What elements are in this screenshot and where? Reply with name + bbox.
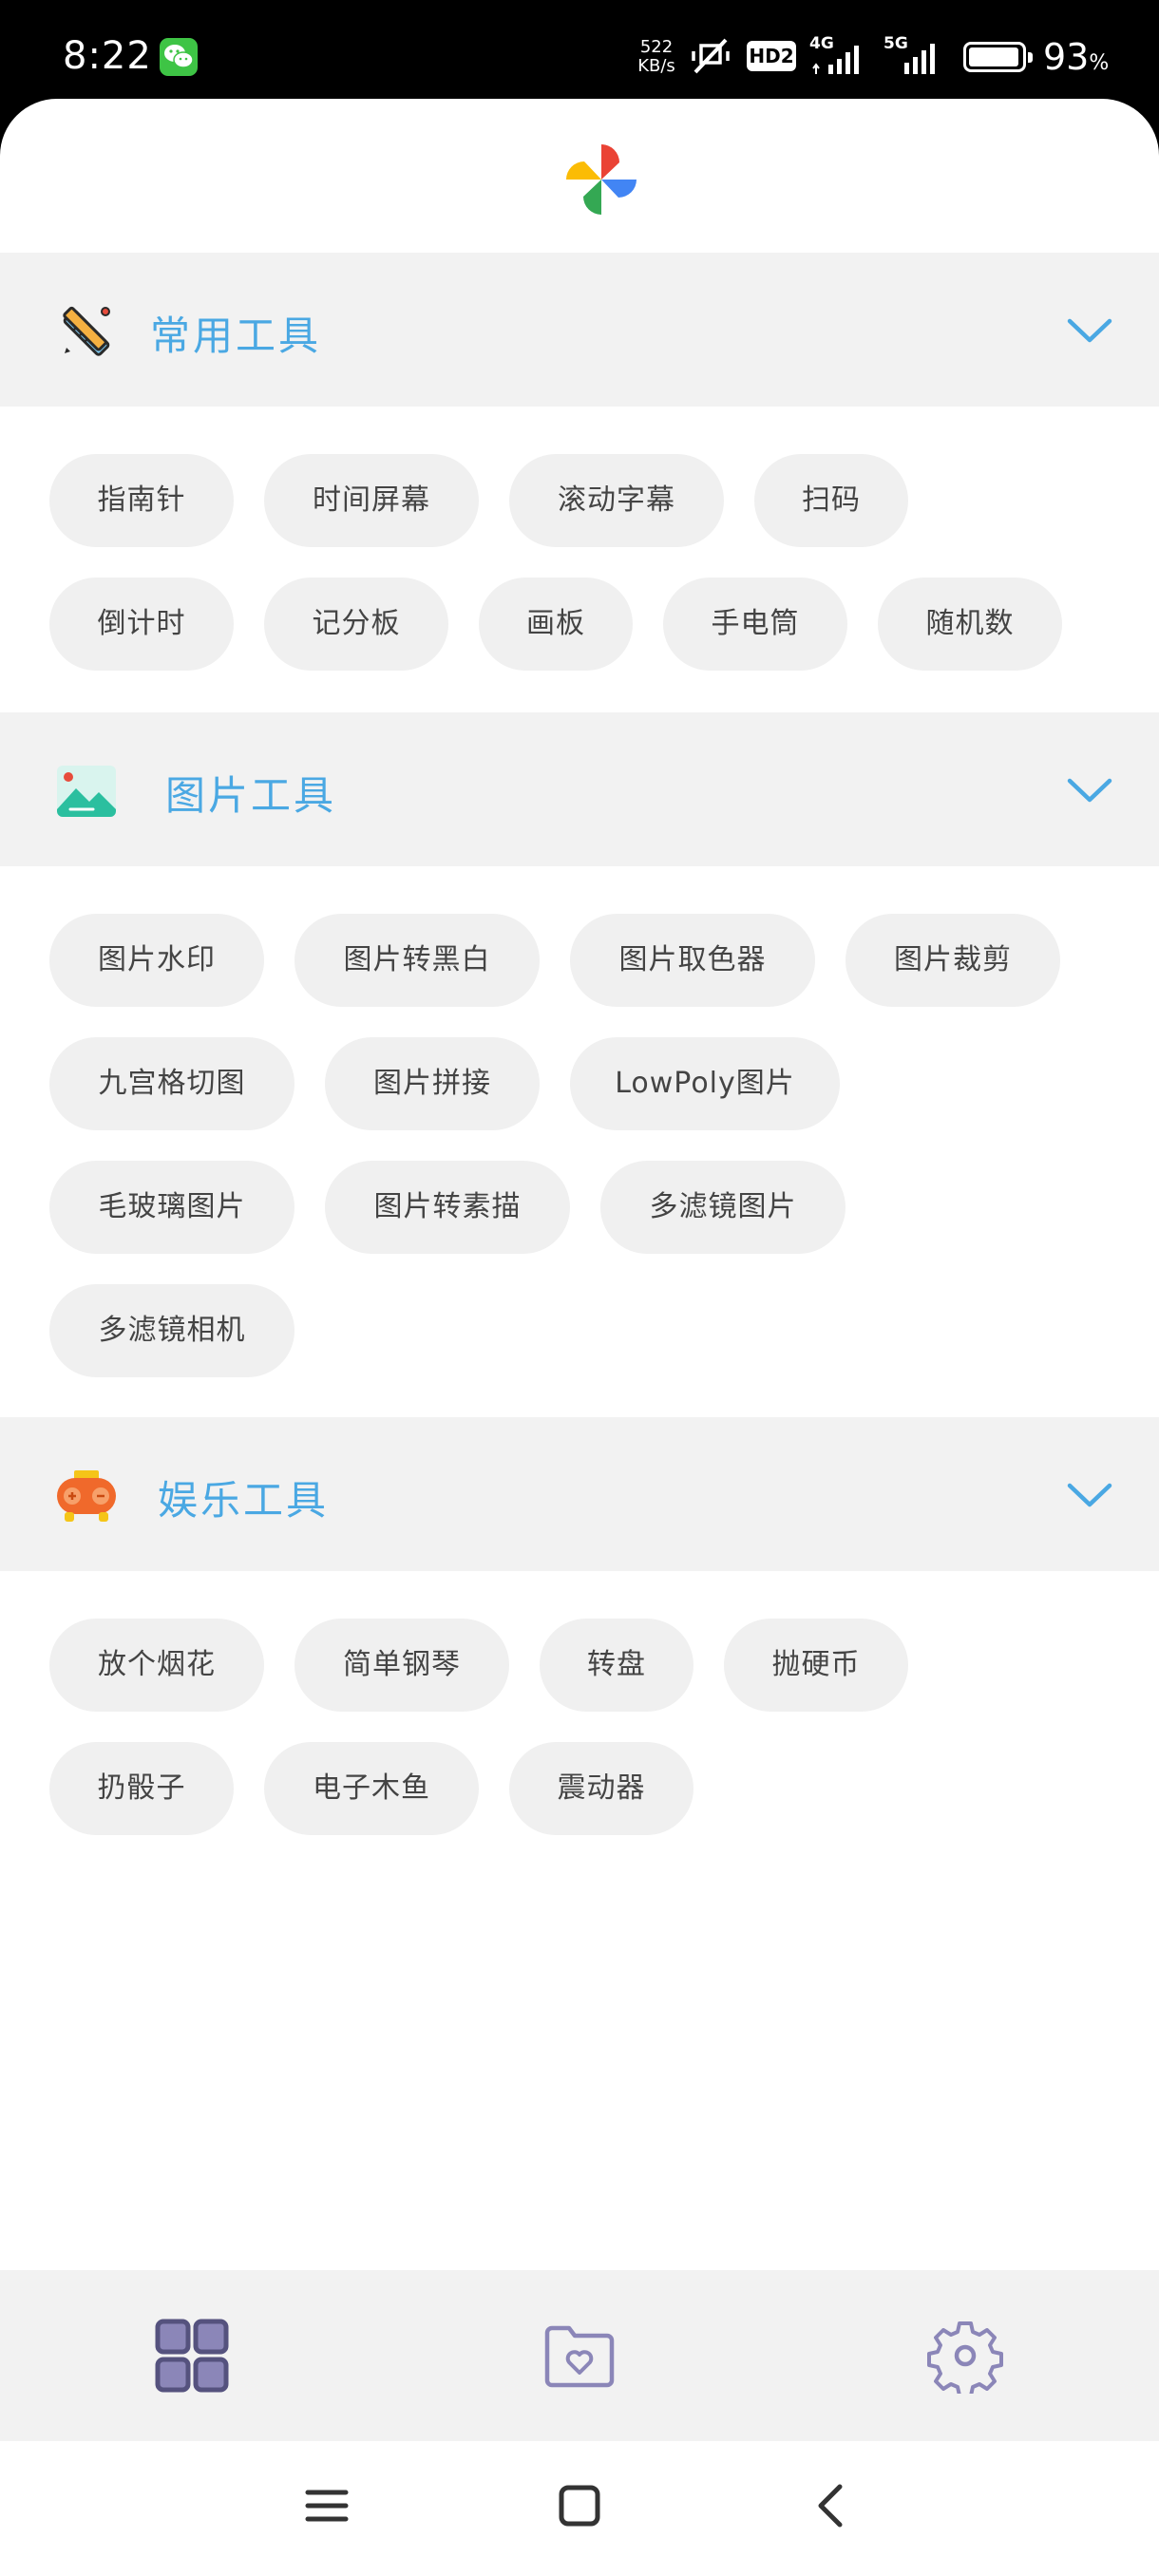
battery-percent: 93% bbox=[1043, 36, 1110, 78]
game-icon bbox=[57, 1470, 116, 1522]
system-navigation-bar bbox=[0, 2441, 1159, 2576]
tool-chip-vibrator[interactable]: 震动器 bbox=[509, 1742, 694, 1835]
tool-chip-piano[interactable]: 简单钢琴 bbox=[294, 1619, 509, 1712]
tool-chip-fireworks[interactable]: 放个烟花 bbox=[49, 1619, 264, 1712]
network-speed-unit: KB/s bbox=[637, 56, 675, 76]
status-time: 8:22 bbox=[63, 34, 152, 78]
tool-chip-scan-code[interactable]: 扫码 bbox=[754, 454, 908, 547]
section-title: 娱乐工具 bbox=[158, 1477, 330, 1524]
tool-chip-scrolling-text[interactable]: 滚动字幕 bbox=[509, 454, 724, 547]
tool-chip-nine-grid[interactable]: 九宫格切图 bbox=[49, 1037, 294, 1130]
tools-icon bbox=[63, 306, 110, 356]
network-speed-value: 522 bbox=[639, 37, 674, 57]
wechat-notification-icon bbox=[160, 38, 198, 76]
section-title: 图片工具 bbox=[165, 772, 337, 819]
section-header-entertainment-tools[interactable]: 娱乐工具 bbox=[0, 1417, 1159, 1571]
grid-icon[interactable] bbox=[154, 2318, 230, 2394]
home-icon[interactable] bbox=[551, 2477, 608, 2534]
favorite-folder-icon[interactable] bbox=[542, 2318, 618, 2394]
picture-icon bbox=[57, 766, 116, 817]
network-speed: 522 KB/s bbox=[635, 38, 678, 76]
chevron-down-icon[interactable] bbox=[1066, 773, 1113, 805]
tool-chip-random-number[interactable]: 随机数 bbox=[878, 578, 1062, 671]
tool-chip-multi-filter-image[interactable]: 多滤镜图片 bbox=[600, 1161, 846, 1254]
tool-chip-time-screen[interactable]: 时间屏幕 bbox=[264, 454, 479, 547]
battery-icon bbox=[963, 42, 1033, 72]
tool-chip-crop[interactable]: 图片裁剪 bbox=[846, 914, 1060, 1007]
tool-chip-compass[interactable]: 指南针 bbox=[49, 454, 234, 547]
tool-chip-stitch[interactable]: 图片拼接 bbox=[325, 1037, 540, 1130]
tool-chip-coin-flip[interactable]: 抛硬币 bbox=[724, 1619, 908, 1712]
tool-chip-frosted-glass[interactable]: 毛玻璃图片 bbox=[49, 1161, 294, 1254]
section-header-picture-tools[interactable]: 图片工具 bbox=[0, 712, 1159, 866]
status-bar: 8:22 522 KB/s HD2 4G 5G 93% bbox=[0, 0, 1159, 100]
tool-chip-watermark[interactable]: 图片水印 bbox=[49, 914, 264, 1007]
tool-chip-dice[interactable]: 扔骰子 bbox=[49, 1742, 234, 1835]
bottom-navigation bbox=[0, 2270, 1159, 2441]
settings-gear-icon[interactable] bbox=[927, 2318, 1003, 2394]
signal-2-icon bbox=[904, 44, 935, 74]
tool-chip-wooden-fish[interactable]: 电子木鱼 bbox=[264, 1742, 479, 1835]
main-sheet: 常用工具 指南针 时间屏幕 滚动字幕 扫码 倒计时 记分板 画板 手电筒 随机数… bbox=[0, 99, 1159, 2439]
section-title: 常用工具 bbox=[150, 313, 322, 359]
tool-chip-lowpoly[interactable]: LowPoly图片 bbox=[570, 1037, 840, 1130]
chevron-down-icon[interactable] bbox=[1066, 1478, 1113, 1510]
menu-icon[interactable] bbox=[298, 2477, 355, 2534]
signal-1-icon bbox=[812, 46, 859, 74]
tool-chip-drawing-board[interactable]: 画板 bbox=[479, 578, 633, 671]
tool-chip-color-picker[interactable]: 图片取色器 bbox=[570, 914, 815, 1007]
section-header-common-tools[interactable]: 常用工具 bbox=[0, 253, 1159, 407]
tool-chip-countdown[interactable]: 倒计时 bbox=[49, 578, 234, 671]
tool-chip-flashlight[interactable]: 手电筒 bbox=[663, 578, 847, 671]
tool-chip-wheel[interactable]: 转盘 bbox=[540, 1619, 694, 1712]
app-logo-pinwheel-icon bbox=[566, 144, 636, 215]
tool-chip-sketch[interactable]: 图片转素描 bbox=[325, 1161, 570, 1254]
hd-voice-badge: HD2 bbox=[747, 41, 796, 71]
chevron-down-icon[interactable] bbox=[1066, 313, 1113, 346]
vibrate-mute-icon bbox=[692, 38, 730, 74]
tool-chip-black-white[interactable]: 图片转黑白 bbox=[294, 914, 540, 1007]
tool-chip-scoreboard[interactable]: 记分板 bbox=[264, 578, 448, 671]
back-icon[interactable] bbox=[804, 2477, 861, 2534]
tool-chip-multi-filter-camera[interactable]: 多滤镜相机 bbox=[49, 1284, 294, 1377]
